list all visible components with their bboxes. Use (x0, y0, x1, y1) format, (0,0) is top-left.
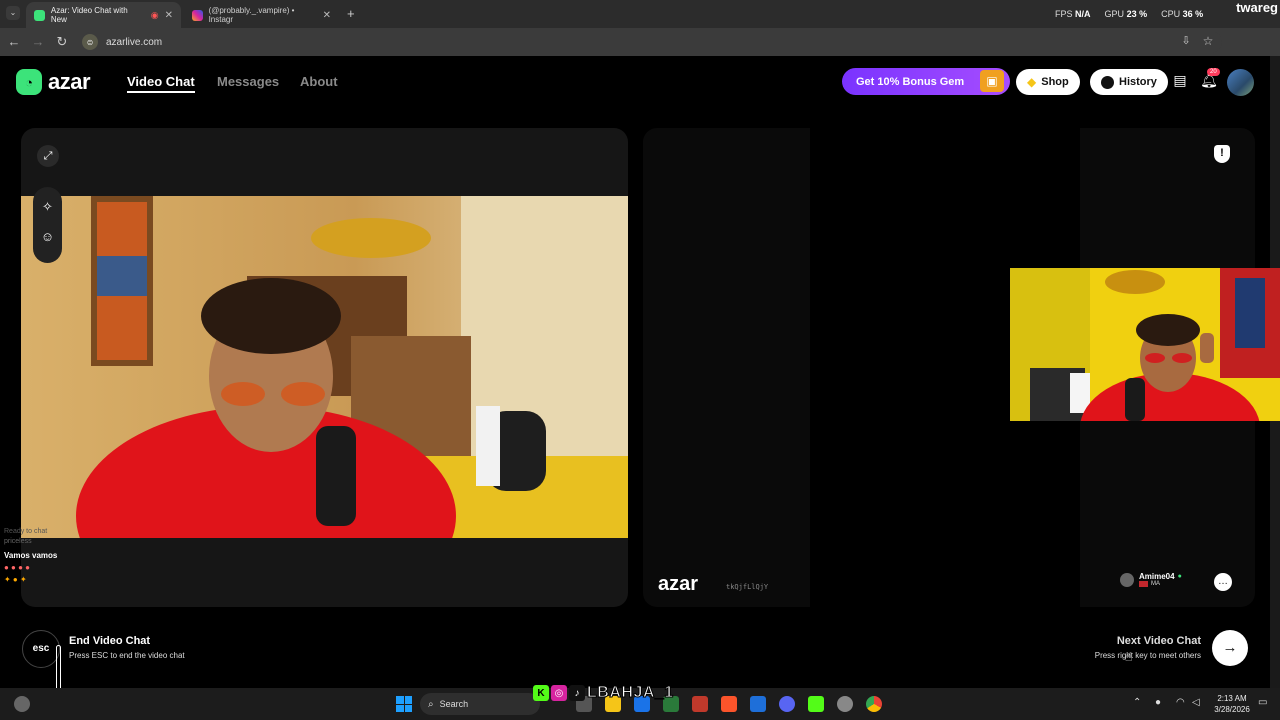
kick-icon[interactable] (808, 696, 824, 712)
taskbar-clock[interactable]: 2:13 AM 3/28/2026 (1208, 693, 1256, 715)
brave-browser-icon[interactable] (721, 696, 737, 712)
nav-messages[interactable]: Messages (217, 74, 279, 89)
remote-pip-video (1010, 268, 1280, 421)
tab-azar[interactable]: Azar: Video Chat with New ◉ ✕ (26, 2, 181, 28)
azar-watermark: azar (658, 573, 699, 595)
nav-video-chat[interactable]: Video Chat (127, 74, 195, 93)
end-chat-title: End Video Chat (69, 635, 151, 647)
local-camera-feed (21, 196, 628, 538)
shop-button[interactable]: ◆ Shop (1016, 69, 1080, 95)
performance-overlay: FPS N/A GPU 23 % CPU 36 % (1055, 9, 1204, 19)
instagram-logo-icon: ◎ (551, 685, 567, 701)
bonus-gem-promo-button[interactable]: Get 10% Bonus Gem ▣ (842, 68, 1010, 95)
user-avatar-icon (1120, 572, 1134, 587)
remote-country: MA (1151, 581, 1160, 587)
taskbar-app-icon[interactable] (750, 696, 766, 712)
tab-title: Azar: Video Chat with New (50, 6, 128, 24)
next-chat-title: Next Video Chat (1116, 635, 1201, 647)
taskbar-app-icon[interactable] (837, 696, 853, 712)
tab-instagram[interactable]: (@probably._.vampire) • Instagr ✕ (184, 2, 339, 28)
azar-logo-mark-icon: ◔ (16, 69, 42, 95)
tab-close-icon[interactable]: ✕ (323, 10, 331, 21)
face-filter-icon[interactable]: ☺ (33, 229, 62, 244)
taskbar-search[interactable]: ⌕ Search (420, 693, 540, 715)
discord-icon[interactable] (779, 696, 795, 712)
notification-badge: 20 (1207, 68, 1220, 76)
chat-faded-line: Ready to chat (4, 528, 48, 535)
end-chat-esc-button[interactable]: esc (22, 630, 60, 668)
profile-avatar[interactable] (1227, 69, 1254, 96)
forward-icon[interactable]: → (30, 34, 46, 49)
session-id-text: tkQjfLlQjY (726, 583, 769, 591)
windows-start-icon[interactable] (396, 696, 412, 712)
tab-close-icon[interactable]: ✕ (165, 10, 173, 21)
remote-camera-image (1010, 268, 1280, 421)
tab-title: (@probably._.vampire) • Instagr (208, 6, 295, 24)
browser-tab-bar: ⌄ Azar: Video Chat with New ◉ ✕ (@probab… (0, 0, 1280, 28)
gem-icon: ◆ (1027, 75, 1037, 89)
address-bar: ← → ↻ ⊜ azarlive.com ⇩ ☆ (0, 28, 1280, 56)
new-tab-icon[interactable]: + (347, 6, 355, 21)
url-field[interactable]: ⊜ azarlive.com (82, 31, 1222, 53)
emoji-reaction-row: ● ● ● ● (4, 563, 30, 572)
magic-wand-icon[interactable]: ✧ (33, 199, 62, 215)
history-button[interactable]: History (1090, 69, 1168, 95)
report-shield-icon[interactable]: ! (1214, 145, 1230, 163)
weather-widget-icon[interactable] (14, 696, 30, 712)
remote-username: Amime04 (1139, 572, 1175, 581)
streamer-handle: LBAHJA_1 (587, 684, 674, 702)
tab-list-dropdown-icon[interactable]: ⌄ (6, 6, 20, 20)
streamer-watermark: twareg (1236, 0, 1278, 15)
camera-tools: ✧ ☺ (33, 187, 62, 263)
remote-user-info[interactable]: Amime04 ● MA (1120, 572, 1182, 587)
verified-badge-icon: ● (1177, 573, 1182, 580)
nav-about[interactable]: About (300, 74, 338, 89)
end-chat-hint: Press ESC to end the video chat (69, 651, 185, 660)
chat-bubble-icon[interactable]: … (1214, 573, 1232, 591)
azar-favicon-icon (34, 9, 45, 21)
reload-icon[interactable]: ↻ (54, 34, 70, 50)
kick-logo-icon: K (533, 685, 549, 701)
install-app-icon[interactable]: ⇩ (1178, 34, 1194, 47)
chat-faded-line: priceless (4, 538, 32, 545)
recording-icon: ◉ (150, 9, 159, 20)
bookmark-star-icon[interactable]: ☆ (1200, 34, 1216, 48)
back-icon[interactable]: ← (6, 34, 22, 49)
expand-icon[interactable]: ⤢ (37, 145, 59, 167)
url-text: azarlive.com (106, 36, 163, 48)
mouse-cursor-icon: ☝ (1125, 650, 1133, 664)
inbox-icon[interactable]: ▤ (1170, 72, 1190, 92)
tray-chevron-icon[interactable]: ⌃ (1133, 697, 1141, 708)
instagram-favicon-icon (192, 9, 203, 21)
volume-icon[interactable]: ◁ (1192, 697, 1200, 708)
morocco-flag-icon (1139, 581, 1148, 587)
azar-logo[interactable]: ◔ azar (16, 69, 91, 95)
wifi-icon[interactable]: ◠ (1176, 697, 1185, 708)
chrome-icon[interactable] (866, 696, 882, 712)
taskbar-app-icon[interactable] (692, 696, 708, 712)
tiktok-logo-icon: ♪ (569, 685, 585, 701)
local-camera-image (21, 196, 628, 538)
treasure-chest-icon: ▣ (980, 70, 1004, 92)
search-icon: ⌕ (428, 698, 434, 710)
emoji-reaction-row: ✦ ● ✦ (4, 575, 27, 584)
next-chat-arrow-button[interactable]: → (1212, 630, 1248, 666)
microphone-icon[interactable]: ● (1155, 697, 1161, 708)
site-info-icon[interactable]: ⊜ (82, 34, 98, 50)
clock-icon (1101, 75, 1114, 89)
streamer-social-overlay: K ◎ ♪ LBAHJA_1 (533, 684, 674, 702)
notification-center-icon[interactable]: ▭ (1258, 697, 1267, 708)
chat-message: Vamos vamos (4, 551, 58, 560)
